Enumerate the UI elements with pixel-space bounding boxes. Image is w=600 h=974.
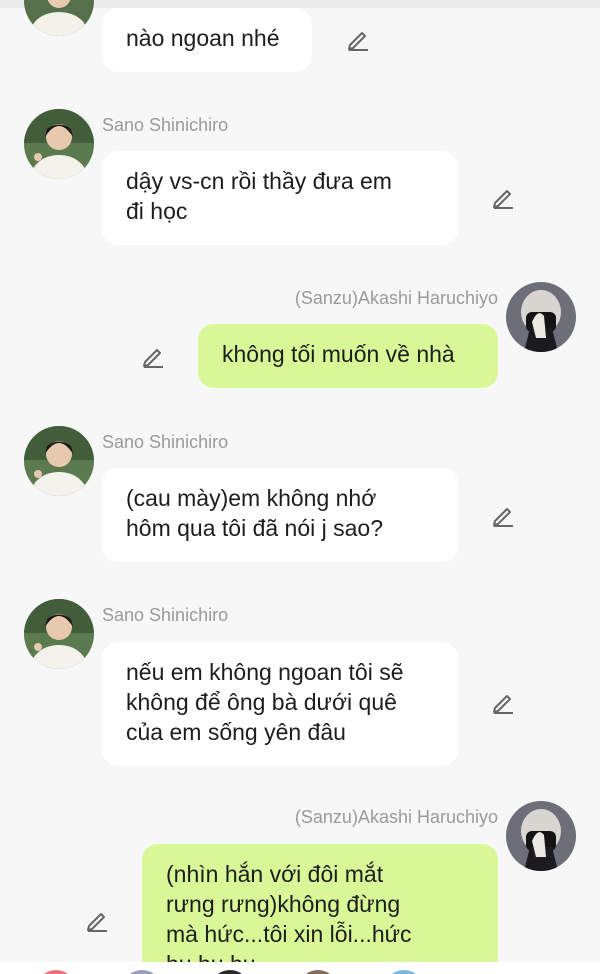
message-bubble[interactable]: dậy vs-cn rồi thầy đưa em đi học [102,151,458,245]
pencil-edit-icon[interactable] [490,689,516,715]
toolbar-avatar-icon[interactable] [210,970,250,974]
pencil-edit-icon[interactable] [345,26,371,52]
haruchiyo-avatar[interactable] [506,801,576,871]
message-bubble[interactable]: (cau mày)em không nhớ hôm qua tôi đã nói… [102,468,458,562]
bottom-toolbar [0,962,600,974]
sender-name: Sano Shinichiro [102,432,229,452]
sender-name: Sano Shinichiro [102,115,229,135]
sender-name: Sano Shinichiro [102,605,229,625]
toolbar-avatar-icon[interactable] [36,970,76,974]
shinichiro-avatar[interactable] [24,0,94,36]
shinichiro-avatar[interactable] [24,426,94,496]
shinichiro-avatar[interactable] [24,599,94,669]
chat-thread[interactable]: nào ngoan nhé Sano Shinichiro dậy vs-cn … [0,0,600,962]
pencil-edit-icon[interactable] [84,907,110,933]
toolbar-avatar-icon[interactable] [298,970,338,974]
sender-name: (Sanzu)Akashi Haruchiyo [294,288,498,308]
message-bubble[interactable]: không tối muốn về nhà [198,324,498,388]
pencil-edit-icon[interactable] [490,184,516,210]
message-bubble[interactable]: nào ngoan nhé [102,8,312,72]
shinichiro-avatar[interactable] [24,109,94,179]
sender-name: (Sanzu)Akashi Haruchiyo [294,807,498,827]
message-bubble[interactable]: nếu em không ngoan tôi sẽ không để ông b… [102,642,458,766]
toolbar-avatar-icon[interactable] [384,970,424,974]
pencil-edit-icon[interactable] [140,343,166,369]
message-bubble[interactable]: (nhìn hắn với đôi mắt rưng rưng)không đừ… [142,844,498,962]
pencil-edit-icon[interactable] [490,502,516,528]
haruchiyo-avatar[interactable] [506,282,576,352]
toolbar-avatar-icon[interactable] [122,970,162,974]
